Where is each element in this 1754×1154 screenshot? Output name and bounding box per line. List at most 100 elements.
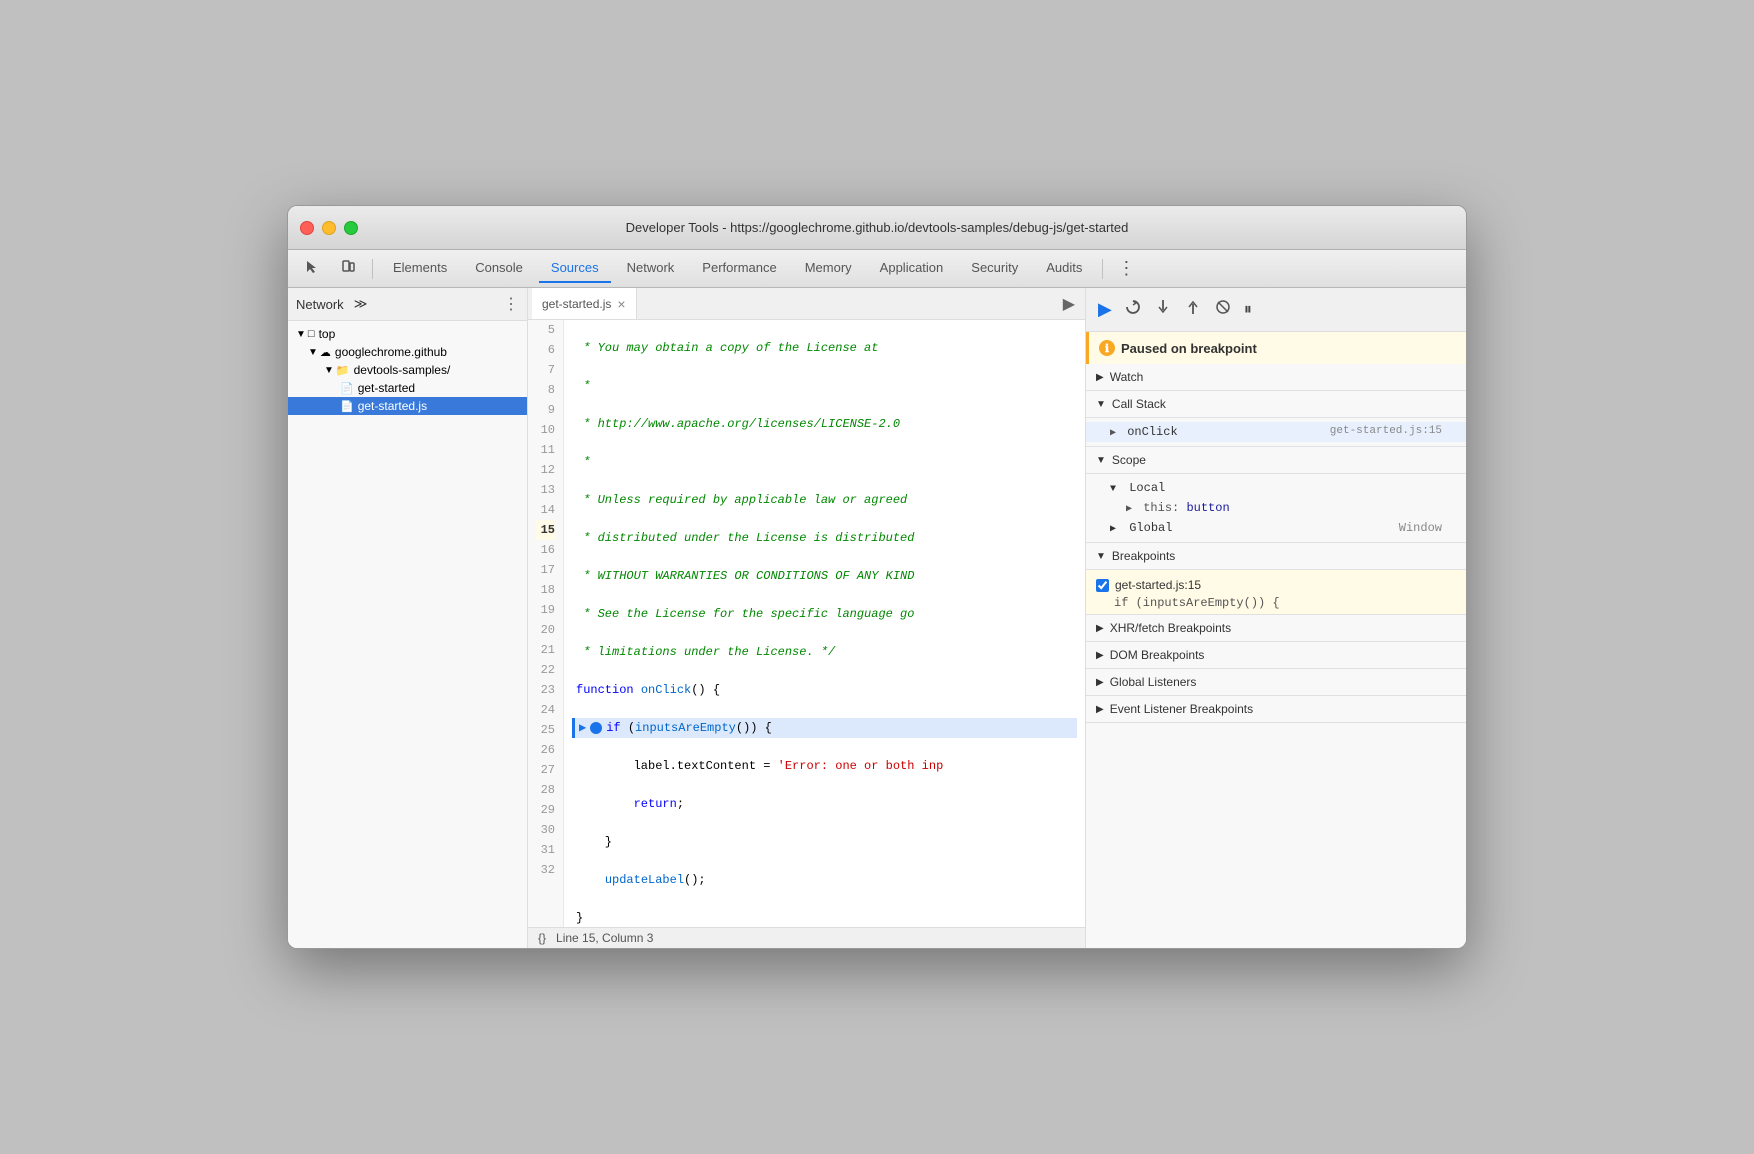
call-stack-onclick-file: get-started.js:15 xyxy=(1330,425,1442,437)
tree-label-googlechrome: googlechrome.github xyxy=(335,345,447,359)
global-listeners-label: Global Listeners xyxy=(1110,675,1197,689)
tab-performance[interactable]: Performance xyxy=(690,254,788,283)
tree-item-googlechrome[interactable]: ▼ ☁ googlechrome.github xyxy=(288,343,527,361)
call-stack-arrow: ▼ xyxy=(1096,399,1106,410)
dom-breakpoints-header[interactable]: ▶ DOM Breakpoints xyxy=(1086,642,1466,669)
code-line-11: * WITHOUT WARRANTIES OR CONDITIONS OF AN… xyxy=(572,566,1077,586)
step-out-btn[interactable] xyxy=(1180,294,1206,325)
global-listeners-arrow: ▶ xyxy=(1096,677,1104,688)
code-line-17: return; xyxy=(572,794,1077,814)
tree-label-top: top xyxy=(319,327,336,341)
code-tab-end-btn[interactable]: ▶ xyxy=(1057,292,1081,316)
breakpoint-dot xyxy=(590,722,602,734)
tab-security[interactable]: Security xyxy=(959,254,1030,283)
tab-memory[interactable]: Memory xyxy=(793,254,864,283)
global-label: Global xyxy=(1129,521,1172,535)
global-arrow: ▶ xyxy=(1110,524,1116,535)
scope-section-header[interactable]: ▼ Scope xyxy=(1086,447,1466,474)
folder-icon-devtools: 📁 xyxy=(336,364,350,377)
close-button[interactable] xyxy=(300,221,314,235)
code-line-5: * You may obtain a copy of the License a… xyxy=(572,338,1077,358)
debugger-panel: ▶ xyxy=(1086,288,1466,948)
tree-arrow-devtools[interactable]: ▼ xyxy=(324,365,334,376)
global-listeners-header[interactable]: ▶ Global Listeners xyxy=(1086,669,1466,696)
breakpoint-checkbox-1[interactable] xyxy=(1096,579,1109,592)
code-line-10: * distributed under the License is distr… xyxy=(572,528,1077,548)
deactivate-breakpoints-btn[interactable] xyxy=(1210,294,1236,325)
maximize-button[interactable] xyxy=(344,221,358,235)
breakpoint-status-text: Paused on breakpoint xyxy=(1121,341,1257,356)
xhr-breakpoints-header[interactable]: ▶ XHR/fetch Breakpoints xyxy=(1086,615,1466,642)
scope-content: ▼ Local ▶ this: button ▶ Global Window xyxy=(1086,474,1466,543)
code-tabs: get-started.js × ▶ xyxy=(528,288,1085,320)
sidebar-menu-btn[interactable]: ⋮ xyxy=(503,294,519,314)
code-footer: {} Line 15, Column 3 xyxy=(528,927,1085,948)
step-over-btn[interactable] xyxy=(1120,294,1146,325)
traffic-lights xyxy=(300,221,358,235)
devtools-window: Developer Tools - https://googlechrome.g… xyxy=(287,205,1467,949)
code-line-12: * See the License for the specific langu… xyxy=(572,604,1077,624)
code-content[interactable]: * You may obtain a copy of the License a… xyxy=(564,320,1085,927)
event-listener-breakpoints-header[interactable]: ▶ Event Listener Breakpoints xyxy=(1086,696,1466,723)
event-listener-arrow: ▶ xyxy=(1096,704,1104,715)
resume-btn[interactable]: ▶ xyxy=(1094,295,1116,324)
titlebar: Developer Tools - https://googlechrome.g… xyxy=(288,206,1466,250)
global-value: Window xyxy=(1399,521,1442,535)
sidebar-network-tab[interactable]: Network xyxy=(296,297,344,312)
call-stack-item-onclick[interactable]: ▶ onClick get-started.js:15 xyxy=(1086,422,1466,442)
code-line-20: } xyxy=(572,908,1077,927)
tree-item-devtools-samples[interactable]: ▼ 📁 devtools-samples/ xyxy=(288,361,527,379)
sidebar-tree: ▼ □ top ▼ ☁ googlechrome.github ▼ 📁 devt… xyxy=(288,321,527,419)
watch-label: Watch xyxy=(1110,370,1144,384)
xhr-label: XHR/fetch Breakpoints xyxy=(1110,621,1231,635)
xhr-arrow: ▶ xyxy=(1096,623,1104,634)
tree-item-get-started[interactable]: 📄 get-started xyxy=(288,379,527,397)
local-arrow: ▼ xyxy=(1110,484,1116,495)
tree-item-get-started-js[interactable]: 📄 get-started.js xyxy=(288,397,527,415)
tree-arrow-googlechrome[interactable]: ▼ xyxy=(308,347,318,358)
breakpoints-content: get-started.js:15 if (inputsAreEmpty()) … xyxy=(1086,570,1466,615)
breakpoints-section-header[interactable]: ▼ Breakpoints xyxy=(1086,543,1466,570)
local-scope-header[interactable]: ▼ Local xyxy=(1086,478,1466,498)
event-listener-label: Event Listener Breakpoints xyxy=(1110,702,1253,716)
sidebar-expand-btn[interactable]: ≫ xyxy=(350,294,372,314)
line-numbers: 5 6 7 8 9 10 11 12 13 14 15 16 17 18 19 … xyxy=(528,320,564,927)
global-scope-header[interactable]: ▶ Global Window xyxy=(1086,518,1466,538)
tree-label-get-started-js: get-started.js xyxy=(358,399,427,413)
sidebar: Network ≫ ⋮ ▼ □ top ▼ ☁ googlechrome.git… xyxy=(288,288,528,948)
file-icon-get-started: 📄 xyxy=(340,382,354,395)
call-stack-content: ▶ onClick get-started.js:15 xyxy=(1086,418,1466,447)
code-tab-close[interactable]: × xyxy=(617,296,625,312)
tree-arrow-top[interactable]: ▼ xyxy=(296,329,306,340)
tab-elements[interactable]: Elements xyxy=(381,254,459,283)
code-tab-get-started-js[interactable]: get-started.js × xyxy=(532,288,637,319)
tab-console[interactable]: Console xyxy=(463,254,535,283)
pretty-print-btn[interactable]: {} xyxy=(538,931,546,945)
scope-label: Scope xyxy=(1112,453,1146,467)
toolbar-inspect-btn[interactable] xyxy=(296,255,328,282)
tab-sources[interactable]: Sources xyxy=(539,254,611,283)
dom-arrow: ▶ xyxy=(1096,650,1104,661)
breakpoints-label: Breakpoints xyxy=(1112,549,1175,563)
breakpoint-indicator: ▶ xyxy=(579,718,586,738)
scope-this: ▶ this: button xyxy=(1086,498,1466,518)
tab-application[interactable]: Application xyxy=(868,254,956,283)
call-stack-section-header[interactable]: ▼ Call Stack xyxy=(1086,391,1466,418)
code-line-18: } xyxy=(572,832,1077,852)
main-content: Network ≫ ⋮ ▼ □ top ▼ ☁ googlechrome.git… xyxy=(288,288,1466,948)
tree-label-devtools: devtools-samples/ xyxy=(354,363,451,377)
pause-exceptions-btn[interactable]: ⏸ xyxy=(1240,297,1256,323)
toolbar-more-btn[interactable]: ⋮ xyxy=(1111,256,1141,281)
step-into-icon xyxy=(1154,298,1172,316)
toolbar-device-btn[interactable] xyxy=(332,255,364,282)
step-into-btn[interactable] xyxy=(1150,294,1176,325)
deactivate-icon xyxy=(1214,298,1232,316)
tree-item-top[interactable]: ▼ □ top xyxy=(288,325,527,343)
tab-network[interactable]: Network xyxy=(615,254,687,283)
minimize-button[interactable] xyxy=(322,221,336,235)
code-line-13: * limitations under the License. */ xyxy=(572,642,1077,662)
tab-audits[interactable]: Audits xyxy=(1034,254,1094,283)
watch-section-header[interactable]: ▶ Watch xyxy=(1086,364,1466,391)
tree-label-get-started: get-started xyxy=(358,381,415,395)
watch-arrow: ▶ xyxy=(1096,372,1104,383)
